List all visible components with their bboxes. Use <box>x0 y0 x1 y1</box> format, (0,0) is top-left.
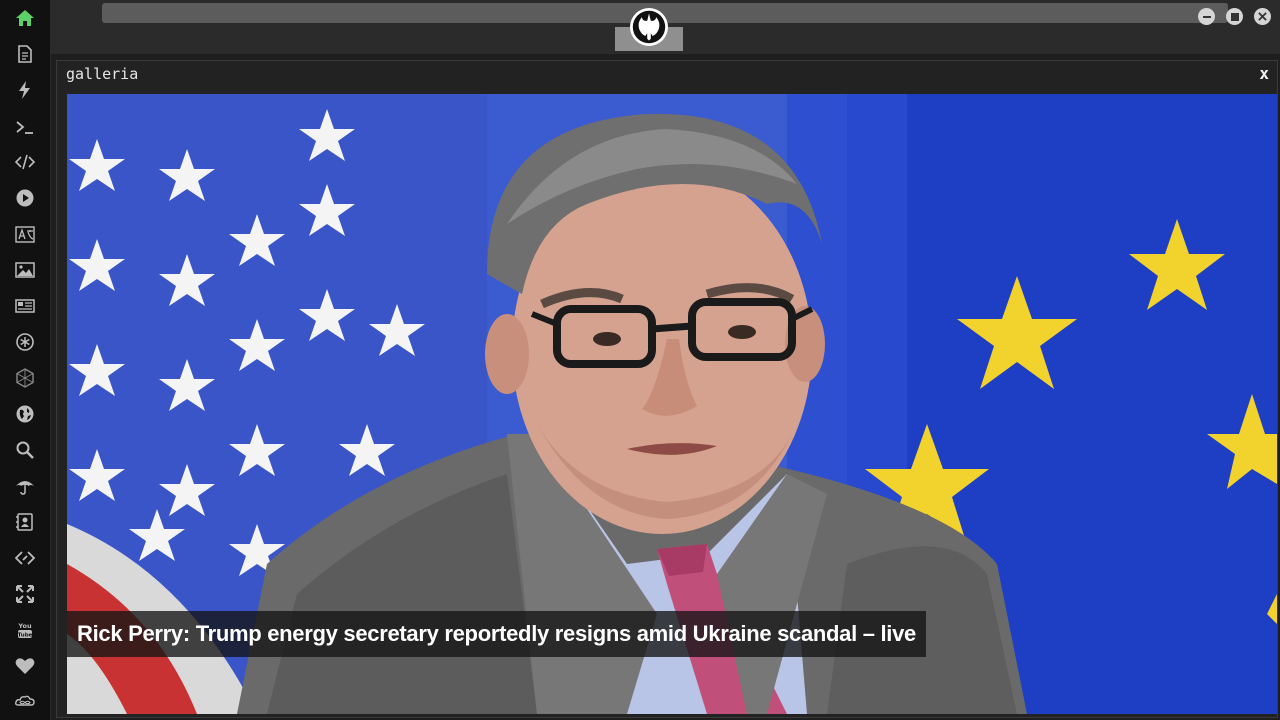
home-icon[interactable] <box>13 6 37 30</box>
image-caption: Rick Perry: Trump energy secretary repor… <box>67 611 926 657</box>
panel-close-button[interactable]: x <box>1259 64 1269 83</box>
code-icon[interactable] <box>13 150 37 174</box>
heart-icon[interactable] <box>13 654 37 678</box>
hexagon-icon[interactable] <box>13 366 37 390</box>
asterisk-circle-icon[interactable] <box>13 330 37 354</box>
newspaper-icon[interactable] <box>13 294 37 318</box>
gallery-panel: galleria x Rick Perry: Trump energy secr… <box>56 60 1278 718</box>
contact-book-icon[interactable] <box>13 510 37 534</box>
svg-text:You: You <box>17 622 32 630</box>
expand-icon[interactable] <box>13 582 37 606</box>
diamond-code-icon[interactable] <box>13 546 37 570</box>
panel-title: galleria <box>66 65 139 83</box>
image-icon[interactable] <box>13 258 37 282</box>
umbrella-icon[interactable] <box>13 474 37 498</box>
terminal-icon[interactable] <box>13 115 37 139</box>
left-sidebar: You Tube <box>0 0 51 720</box>
document-icon[interactable] <box>13 42 37 66</box>
maximize-icon[interactable] <box>1226 8 1243 25</box>
translate-icon[interactable] <box>13 222 37 246</box>
youtube-icon[interactable]: You Tube <box>13 618 37 642</box>
minimize-icon[interactable] <box>1198 8 1215 25</box>
play-icon[interactable] <box>13 186 37 210</box>
lightning-icon[interactable] <box>13 78 37 102</box>
rebel-alliance-logo-icon[interactable] <box>630 8 668 46</box>
search-icon[interactable] <box>13 438 37 462</box>
globe-icon[interactable] <box>13 402 37 426</box>
svg-text:Tube: Tube <box>18 633 33 639</box>
infinity-cloud-icon[interactable] <box>13 690 37 714</box>
close-icon[interactable] <box>1254 8 1271 25</box>
